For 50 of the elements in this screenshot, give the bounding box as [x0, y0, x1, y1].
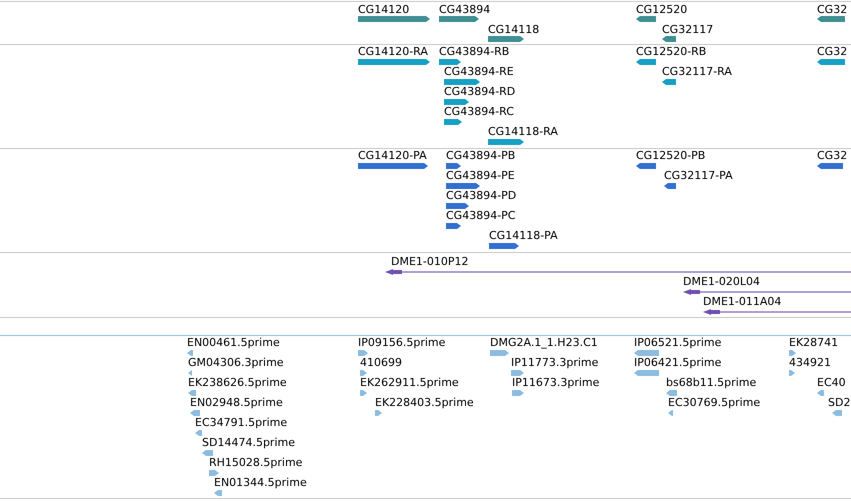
- feature-label: 434921: [789, 356, 831, 369]
- feature-label: CG43894-PC: [446, 209, 516, 222]
- feature-label: CG12520-PB: [636, 149, 706, 162]
- feature-label: EK238626.5prime: [188, 376, 287, 389]
- feature-label: GM04306.3prime: [188, 356, 284, 369]
- feature-label: CG43894-RE: [444, 65, 514, 78]
- feature-label: IP06421.5prime: [634, 356, 722, 369]
- feature-label: CG43894: [439, 3, 490, 16]
- feature-label: IP11773.3prime: [511, 356, 598, 369]
- feature-label: EK228403.5prime: [375, 396, 474, 409]
- feature-label: 410699: [360, 356, 402, 369]
- feature-label: EN01344.5prime: [214, 476, 307, 489]
- feature-label: IP06521.5prime: [634, 336, 722, 349]
- feature-label: CG14118: [488, 23, 540, 36]
- feature-label: CG12520-RB: [636, 45, 706, 58]
- feature-label: CG14118-RA: [488, 125, 558, 138]
- feature-label: CG14120: [358, 3, 410, 16]
- feature-label: SD14474.5prime: [202, 436, 295, 449]
- feature-label: CG32117-RA: [662, 65, 732, 78]
- feature-label: DME1-011A04: [703, 295, 782, 308]
- feature-label: CG32: [817, 149, 848, 162]
- feature-label: CG43894-PD: [446, 189, 516, 202]
- feature-label: CG14120-RA: [358, 45, 428, 58]
- feature-label: CG14120-PA: [358, 149, 427, 162]
- feature-label: CG43894-RC: [444, 105, 514, 118]
- feature-label: CG43894-PB: [446, 149, 516, 162]
- feature-label: IP11673.3prime: [512, 376, 600, 389]
- feature-label: EC40: [817, 376, 846, 389]
- feature-label: DME1-010P12: [391, 255, 469, 268]
- feature-label: EK28741: [789, 336, 838, 349]
- feature-label: EK262911.5prime: [360, 376, 459, 389]
- feature-label: CG43894-RB: [439, 45, 510, 58]
- feature-label: CG12520: [636, 3, 688, 16]
- feature-label: CG43894-PE: [446, 169, 515, 182]
- feature-label: RH15028.5prime: [209, 456, 302, 469]
- feature-label: CG32117: [662, 23, 714, 36]
- feature-label: EC30769.5prime: [668, 396, 760, 409]
- feature-label: CG32117-PA: [664, 169, 733, 182]
- feature-label: CG14118-PA: [489, 229, 558, 242]
- feature-label: IP09156.5prime: [358, 336, 446, 349]
- feature-label: EC34791.5prime: [195, 416, 288, 429]
- feature-label: DME1-020L04: [683, 275, 760, 288]
- feature-label: CG32: [817, 45, 848, 58]
- feature-label: CG32: [817, 3, 848, 16]
- feature-label: DMG2A.1_1.H23.C1: [490, 336, 598, 349]
- feature-label: EN02948.5prime: [190, 396, 283, 409]
- feature-label: SD2: [828, 396, 850, 409]
- feature-label: bs68b11.5prime: [666, 376, 756, 389]
- feature-label: CG43894-RD: [444, 85, 516, 98]
- feature-label: EN00461.5prime: [187, 336, 280, 349]
